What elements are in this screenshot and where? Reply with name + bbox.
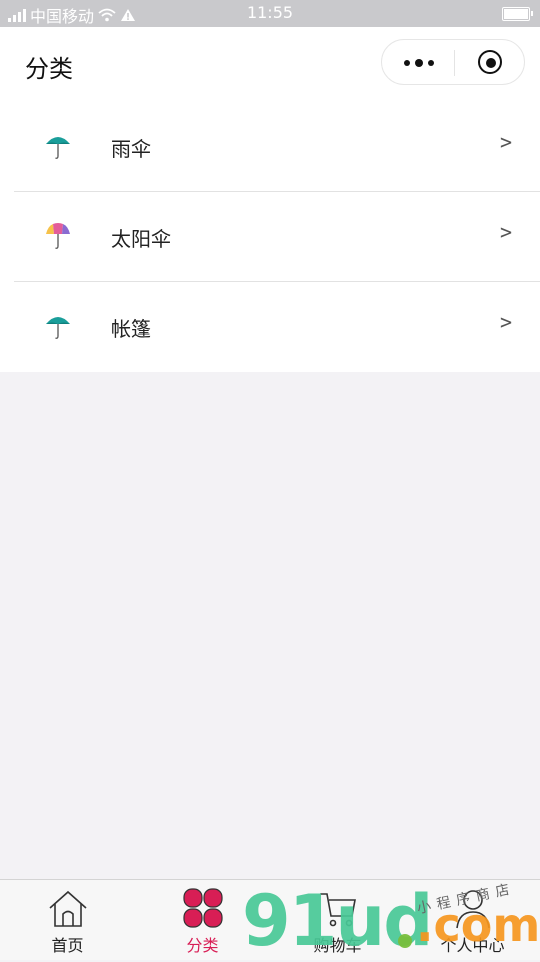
home-icon	[49, 890, 87, 927]
cart-icon	[320, 893, 356, 927]
tab-profile[interactable]: 个人中心	[405, 880, 540, 960]
status-bar: 中国移动 11:55	[0, 0, 540, 27]
chevron-right-icon: >	[500, 310, 513, 334]
target-close-icon[interactable]	[478, 50, 502, 74]
category-item-parasol[interactable]: 太阳伞 >	[0, 192, 540, 282]
category-item-umbrella[interactable]: 雨伞 >	[0, 102, 540, 192]
tab-cart[interactable]: 购物车	[270, 880, 405, 960]
tab-category[interactable]: 分类	[135, 880, 270, 960]
nav-bar: 分类	[0, 27, 540, 102]
tab-label: 购物车	[313, 936, 362, 955]
umbrella-rainbow-icon	[46, 223, 70, 249]
capsule-menu	[381, 39, 525, 85]
chevron-right-icon: >	[500, 220, 513, 244]
tab-label: 分类	[186, 936, 219, 955]
page-title: 分类	[25, 55, 73, 83]
more-dots-icon[interactable]	[382, 40, 454, 84]
tab-label: 个人中心	[440, 936, 505, 955]
umbrella-teal-icon	[46, 317, 70, 339]
user-icon	[456, 890, 490, 929]
category-list: 雨伞 > 太阳伞 > 帐篷 >	[0, 102, 540, 372]
status-time: 11:55	[246, 3, 294, 22]
capsule-divider	[454, 50, 455, 76]
category-label: 帐篷	[111, 317, 151, 341]
umbrella-teal-icon	[46, 137, 70, 159]
tab-label: 首页	[51, 936, 84, 955]
tab-home[interactable]: 首页	[0, 880, 135, 960]
category-label: 雨伞	[111, 137, 151, 161]
category-icon	[183, 888, 223, 928]
tab-bar: 首页 分类 购物车 个人中心	[0, 879, 540, 960]
category-label: 太阳伞	[111, 227, 171, 251]
battery-icon	[502, 7, 533, 21]
category-item-tent[interactable]: 帐篷 >	[0, 282, 540, 372]
chevron-right-icon: >	[500, 130, 513, 154]
